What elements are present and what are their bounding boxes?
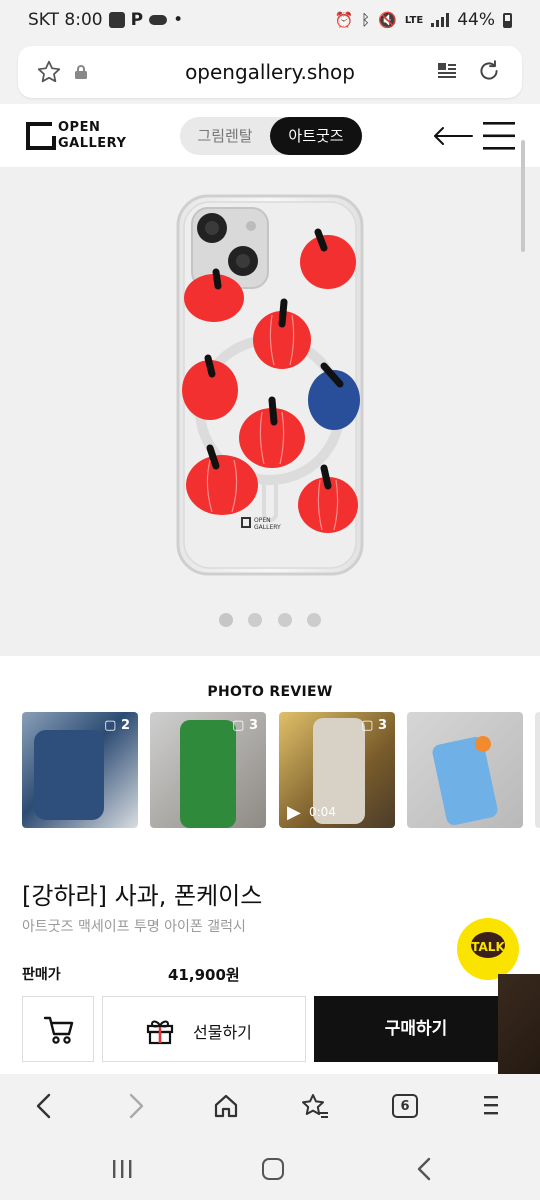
browser-forward-icon[interactable] xyxy=(124,1092,148,1120)
video-duration: 0:04 xyxy=(309,805,336,819)
carousel-dot[interactable] xyxy=(219,613,234,627)
case-logo-line1: OPEN xyxy=(254,517,271,524)
review-photo-sticker xyxy=(475,736,491,752)
product-info: [강하라] 사과, 폰케이스 아트굿즈 맥세이프 투명 아이폰 갤럭시 판매가 … xyxy=(0,856,540,1088)
cart-icon xyxy=(43,1016,74,1044)
toggle-option-goods[interactable]: 아트굿즈 xyxy=(270,117,362,155)
reader-mode-icon[interactable] xyxy=(436,60,458,82)
logo-mark-icon xyxy=(26,122,56,150)
logo-text: OPEN GALLERY xyxy=(58,120,126,152)
cloud-notification-icon xyxy=(149,15,168,25)
gift-label: 선물하기 xyxy=(193,1023,252,1042)
product-subtitle: 아트굿즈 맥세이프 투명 아이폰 갤럭시 xyxy=(22,919,246,935)
battery-icon xyxy=(503,12,512,28)
carousel-dot[interactable] xyxy=(248,613,263,627)
logo-line2: GALLERY xyxy=(58,136,127,151)
review-thumbnail[interactable]: ▢ 2 xyxy=(22,712,138,828)
signal-icon xyxy=(431,13,450,27)
browser-bottom-nav: 6 xyxy=(0,1074,540,1138)
gallery-notification-icon xyxy=(108,12,125,28)
gift-button[interactable]: 선물하기 xyxy=(102,996,306,1062)
tabs-icon[interactable]: 6 xyxy=(392,1094,418,1118)
play-icon[interactable]: ▶ xyxy=(287,802,301,823)
home-icon[interactable] xyxy=(212,1092,240,1120)
menu-icon[interactable] xyxy=(484,1094,498,1118)
multi-photo-count: ▢ 3 xyxy=(361,718,387,733)
product-image-carousel[interactable]: OPEN GALLERY xyxy=(0,140,540,656)
buy-button[interactable]: 구매하기 xyxy=(314,996,518,1062)
review-thumbnail[interactable]: ▢ 3 ▶ 0:04 xyxy=(279,712,395,828)
logo-line1: OPEN xyxy=(58,120,101,135)
recent-apps-icon[interactable] xyxy=(110,1158,134,1180)
network-type: LTE xyxy=(404,14,424,26)
carrier-time: SKT 8:00 xyxy=(28,10,103,30)
carousel-dot[interactable] xyxy=(277,613,292,627)
price-label: 판매가 xyxy=(22,967,61,983)
home-button-icon[interactable] xyxy=(262,1158,284,1180)
status-left: SKT 8:00 P • xyxy=(28,10,183,30)
scrollbar[interactable] xyxy=(521,140,525,252)
phone-case-image: OPEN GALLERY xyxy=(176,194,364,576)
hamburger-menu-icon[interactable] xyxy=(482,120,516,152)
carousel-dot[interactable] xyxy=(306,613,321,627)
review-thumbnail[interactable] xyxy=(535,712,540,828)
multi-photo-count: ▢ 2 xyxy=(104,718,130,733)
dot-icon: • xyxy=(173,10,184,30)
back-arrow-icon[interactable] xyxy=(432,125,474,147)
bookmarks-icon[interactable] xyxy=(300,1092,330,1120)
talk-label: TALK xyxy=(471,940,505,954)
refresh-icon[interactable] xyxy=(476,58,502,84)
browser-back-icon[interactable] xyxy=(32,1092,56,1120)
status-right: ⏰ ᛒ 🔇 LTE 44% xyxy=(334,10,512,30)
case-logo-line2: GALLERY xyxy=(254,524,281,531)
system-back-icon[interactable] xyxy=(414,1156,434,1182)
review-thumbnail[interactable] xyxy=(407,712,523,828)
battery-level: 44% xyxy=(457,10,495,30)
p-notification-icon: P xyxy=(130,10,144,30)
status-bar: SKT 8:00 P • ⏰ ᛒ 🔇 LTE 44% xyxy=(0,0,540,42)
review-thumbnail[interactable]: ▢ 3 xyxy=(150,712,266,828)
photo-review-title: PHOTO REVIEW xyxy=(207,684,333,700)
toggle-option-rental[interactable]: 그림렌탈 xyxy=(180,117,270,155)
address-bar[interactable]: opengallery.shop xyxy=(18,46,522,98)
price-value: 41,900원 xyxy=(168,966,240,984)
kakao-talk-button[interactable]: TALK xyxy=(457,918,519,980)
photo-review-section: PHOTO REVIEW ▢ 2 ▢ 3 ▢ 3 ▶ 0:04 xyxy=(0,656,540,856)
review-photo xyxy=(34,730,104,820)
review-photo xyxy=(180,720,236,828)
alarm-icon: ⏰ xyxy=(334,11,354,29)
system-navigation-bar xyxy=(0,1138,540,1200)
tabs-count: 6 xyxy=(400,1099,410,1114)
carousel-pagination xyxy=(0,612,540,631)
site-header: OPEN GALLERY 그림렌탈 아트굿즈 xyxy=(0,104,540,168)
product-title: [강하라] 사과, 폰케이스 xyxy=(22,882,263,910)
bluetooth-icon: ᛒ xyxy=(361,11,371,29)
category-toggle: 그림렌탈 아트굿즈 xyxy=(180,117,362,155)
cart-button[interactable] xyxy=(22,996,94,1062)
multi-photo-count: ▢ 3 xyxy=(232,718,258,733)
mute-icon: 🔇 xyxy=(378,11,397,29)
gift-icon xyxy=(146,1020,174,1045)
